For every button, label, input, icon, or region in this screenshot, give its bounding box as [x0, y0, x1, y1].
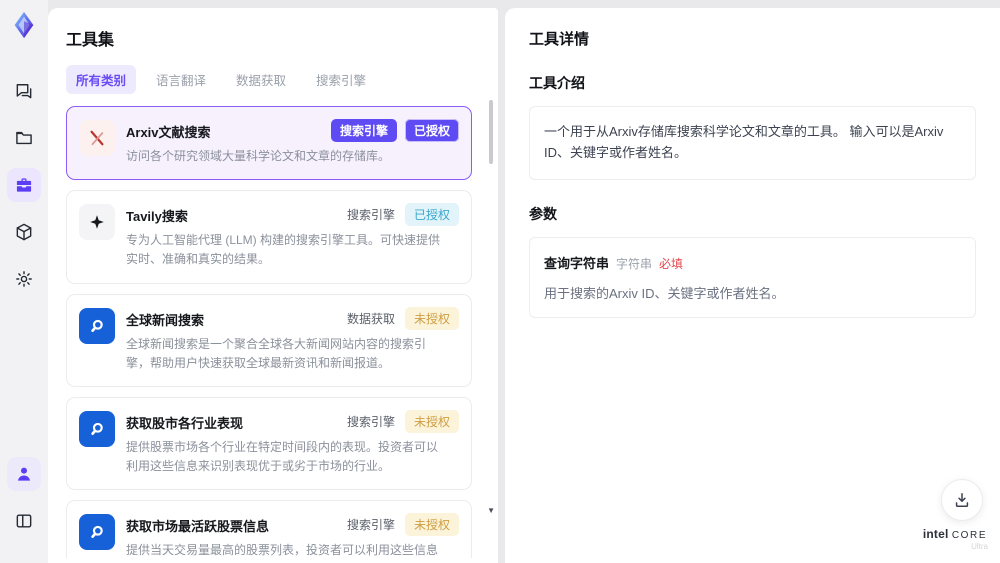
tool-description: 全球新闻搜索是一个聚合全球各大新闻网站内容的搜索引擎，帮助用户快速获取全球最新资…: [126, 336, 427, 370]
sparkle-icon: [79, 204, 115, 241]
intro-heading: 工具介绍: [529, 75, 585, 91]
tool-auth-badge: 已授权: [404, 203, 459, 227]
param-box: 查询字符串 字符串 必填 用于搜索的Arxiv ID、关键字或作者姓名。: [529, 236, 976, 318]
tool-list: Arxiv文献搜索 访问各个研究领域大量科学论文和文章的存储库。 搜索引擎 已授…: [66, 106, 482, 558]
folder-icon[interactable]: [7, 121, 41, 155]
tool-badges: 搜索引擎 未授权: [345, 409, 459, 433]
settings-icon[interactable]: [7, 262, 41, 296]
param-required-badge: 必填: [659, 256, 684, 271]
tool-auth-badge: 未授权: [404, 306, 459, 330]
param-description: 用于搜索的Arxiv ID、关键字或作者姓名。: [544, 285, 785, 301]
arxiv-icon: [79, 120, 115, 156]
blue-search-icon: [79, 514, 115, 551]
scroll-down-icon[interactable]: ▼: [487, 507, 495, 515]
tool-auth-badge: 未授权: [404, 409, 459, 433]
tool-auth-badge: 已授权: [404, 119, 459, 142]
blue-search-icon: [79, 410, 115, 447]
tool-description: 专为人工智能代理 (LLM) 构建的搜索引擎工具。可快速提供实时、准确和真实的结…: [126, 233, 441, 267]
user-icon[interactable]: [7, 457, 41, 491]
tool-badges: 搜索引擎 已授权: [345, 203, 459, 227]
tool-card[interactable]: Arxiv文献搜索 访问各个研究领域大量科学论文和文章的存储库。 搜索引擎 已授…: [66, 106, 472, 181]
cube-icon[interactable]: [7, 215, 41, 249]
tool-badges: 搜索引擎 已授权: [330, 119, 459, 142]
tool-category-badge: 数据获取: [346, 311, 395, 326]
intel-core-logo: intel CORE Ultra: [922, 527, 988, 551]
tool-card[interactable]: 全球新闻搜索 全球新闻搜索是一个聚合全球各大新闻网站内容的搜索引擎，帮助用户快速…: [66, 293, 472, 387]
list-scrollbar[interactable]: [489, 100, 493, 164]
blue-search-icon: [79, 307, 115, 344]
tool-description: 提供股票市场各个行业在特定时间段内的表现。投资者可以利用这些信息来识别表现优于或…: [126, 439, 439, 474]
tool-card[interactable]: 获取市场最活跃股票信息 提供当天交易量最高的股票列表，投资者可以利用这些信息来识…: [66, 500, 472, 558]
tab-category-1[interactable]: 语言翻译: [146, 65, 216, 94]
tools-panel: 工具集 所有类别 语言翻译 数据获取 搜索引擎 Arxiv文献搜索 访问各个研究领域大…: [48, 8, 498, 563]
tool-category-badge: 搜索引擎: [330, 119, 397, 142]
intro-text: 一个用于从Arxiv存储库搜索科学论文和文章的工具。 输入可以是Arxiv ID…: [544, 124, 944, 160]
tool-badges: 搜索引擎 未授权: [345, 513, 459, 537]
tool-auth-badge: 未授权: [404, 513, 459, 537]
app-logo-icon[interactable]: [9, 10, 39, 40]
tool-category-badge: 搜索引擎: [346, 208, 395, 223]
tab-all-categories[interactable]: 所有类别: [66, 65, 137, 94]
tool-category-badge: 搜索引擎: [346, 414, 395, 429]
ultra-wordmark: Ultra: [971, 542, 988, 551]
tab-category-3[interactable]: 搜索引擎: [306, 65, 376, 94]
tool-card[interactable]: Tavily搜索 专为人工智能代理 (LLM) 构建的搜索引擎工具。可快速提供实…: [66, 190, 472, 284]
tool-category-badge: 搜索引擎: [346, 518, 395, 533]
download-icon: [955, 493, 969, 507]
toolbox-icon[interactable]: [7, 168, 41, 202]
panel-toggle-icon[interactable]: [7, 504, 41, 538]
left-rail: [0, 0, 48, 563]
core-wordmark: CORE: [951, 530, 988, 541]
download-button[interactable]: [941, 479, 983, 521]
tool-card[interactable]: 获取股市各行业表现 提供股票市场各个行业在特定时间段内的表现。投资者可以利用这些…: [66, 396, 472, 491]
tab-category-2[interactable]: 数据获取: [226, 65, 296, 94]
tool-badges: 数据获取 未授权: [345, 306, 459, 330]
param-name: 查询字符串: [544, 255, 610, 271]
tool-description: 访问各个研究领域大量科学论文和文章的存储库。: [126, 149, 391, 163]
intel-wordmark: intel: [922, 527, 949, 541]
param-type: 字符串: [616, 256, 653, 271]
page-title: 工具集: [66, 32, 115, 49]
chat-icon[interactable]: [7, 74, 41, 108]
params-heading: 参数: [529, 205, 557, 222]
tool-description: 提供当天交易量最高的股票列表，投资者可以利用这些信息来识别流动性强的股票和潜在的…: [126, 543, 439, 558]
category-tabs: 所有类别 语言翻译 数据获取 搜索引擎: [66, 65, 482, 94]
intro-box: 一个用于从Arxiv存储库搜索科学论文和文章的工具。 输入可以是Arxiv ID…: [529, 106, 976, 180]
detail-title: 工具详情: [529, 31, 590, 48]
tool-detail-panel: 工具详情 工具介绍 一个用于从Arxiv存储库搜索科学论文和文章的工具。 输入可…: [505, 8, 1000, 563]
